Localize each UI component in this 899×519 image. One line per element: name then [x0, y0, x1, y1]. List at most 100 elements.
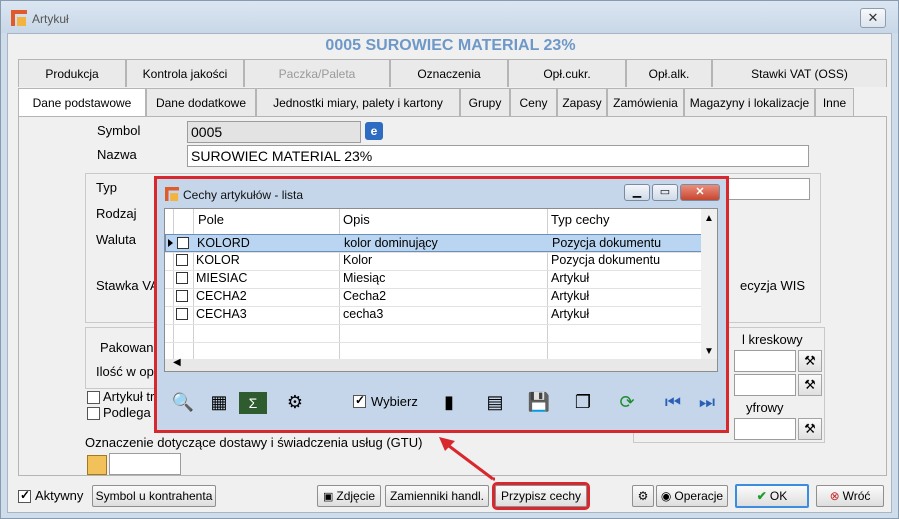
kod-kreskowy-field[interactable] — [734, 350, 796, 372]
row-checkbox[interactable] — [176, 290, 188, 302]
cechy-dialog: Cechy artykułów - lista ▁ ▭ ✕ Pole Opis … — [154, 176, 729, 433]
tab-zam-wienia[interactable]: Zamówienia — [607, 88, 684, 116]
stawka-vat-label: Stawka VA — [96, 278, 159, 293]
chart-icon[interactable]: ▮ — [435, 388, 463, 416]
zamienniki-label: Zamienniki handl. — [389, 489, 485, 503]
wybierz-label: Wybierz — [371, 394, 418, 409]
magic-wand-icon[interactable]: ⚒ — [798, 418, 822, 440]
cell-typ: Artykuł — [551, 289, 590, 303]
tab-zapasy[interactable]: Zapasy — [557, 88, 607, 116]
podlega-checkbox[interactable] — [87, 407, 100, 420]
kod-kreskowy-field-2[interactable] — [734, 374, 796, 396]
horizontal-scrollbar[interactable]: ◀ — [165, 357, 717, 371]
pakowane-label: Pakowane — [100, 340, 161, 355]
cell-pole: CECHA2 — [196, 289, 247, 303]
table-row[interactable]: MIESIAC Miesiąc Artykuł — [165, 270, 703, 288]
table-row[interactable]: KOLORD kolor dominujący Pozycja dokumentu — [165, 234, 703, 252]
binoculars-icon[interactable]: 🔍 — [169, 388, 197, 416]
table-row[interactable]: KOLOR Kolor Pozycja dokumentu — [165, 252, 703, 270]
magic-wand-icon[interactable]: ⚒ — [798, 374, 822, 396]
gtu-list-icon[interactable] — [87, 455, 107, 475]
tab-dane-dodatkowe[interactable]: Dane dodatkowe — [146, 88, 256, 116]
kod-cyfrowy-label: yfrowy — [746, 400, 784, 415]
window-title: Artykuł — [32, 12, 69, 26]
save-icon[interactable]: 💾 — [525, 388, 553, 416]
next-icon[interactable]: ⏭ — [693, 388, 721, 416]
callout-arrow-icon — [439, 437, 495, 481]
cechy-grid: Pole Opis Typ cechy KOLORD kolor dominują… — [164, 208, 718, 372]
table-row[interactable]: CECHA3 cecha3 Artykuł — [165, 306, 703, 324]
aktywny-label: Aktywny — [35, 488, 84, 503]
tab-jednostki-miary-palety-i-kartony[interactable]: Jednostki miary, palety i kartony — [256, 88, 460, 116]
tab-kontrola-jako-ci[interactable]: Kontrola jakości — [126, 59, 244, 87]
row-checkbox[interactable] — [176, 308, 188, 320]
gtu-field[interactable] — [109, 453, 181, 475]
kod-cyfrowy-field[interactable] — [734, 418, 796, 440]
tab-stawki-vat-oss-[interactable]: Stawki VAT (OSS) — [712, 59, 887, 87]
symbol-lookup-icon[interactable]: e — [365, 122, 383, 140]
gears-icon[interactable]: ⚙ — [281, 388, 309, 416]
check-icon: ✔ — [756, 489, 767, 503]
nazwa-label: Nazwa — [97, 147, 137, 162]
dialog-app-icon — [165, 187, 179, 201]
tab-row-upper: Produkcja Kontrola jakości Paczka/Paleta Oz… — [18, 59, 887, 87]
typ-label: Typ — [96, 180, 117, 195]
vertical-scrollbar[interactable]: ▲ ▼ — [701, 209, 717, 361]
restore-icon[interactable]: ▭ — [652, 184, 678, 201]
row-checkbox[interactable] — [176, 254, 188, 266]
cell-opis: Kolor — [343, 253, 373, 267]
operacje-button[interactable]: ◉ Operacje — [656, 485, 728, 507]
scroll-left-icon[interactable]: ◀ — [173, 357, 181, 368]
symbol-field[interactable]: 0005 — [187, 121, 361, 143]
prev-icon[interactable]: ⏮ — [659, 388, 687, 416]
nazwa-field[interactable]: SUROWIEC MATERIAL 23% — [187, 145, 809, 167]
zdjecie-label: Zdjęcie — [336, 489, 376, 503]
aktywny-checkbox[interactable] — [18, 488, 31, 503]
operations-icon: ◉ — [660, 489, 672, 503]
windows-icon[interactable]: ❐ — [569, 388, 597, 416]
tab-oznaczenia[interactable]: Oznaczenia — [390, 59, 508, 87]
scroll-down-icon[interactable]: ▼ — [704, 346, 714, 357]
cell-opis: cecha3 — [343, 307, 384, 321]
tab-ceny[interactable]: Ceny — [510, 88, 557, 116]
tab-inne[interactable]: Inne — [815, 88, 854, 116]
ewidencja-wis-label: ecyzja WIS — [740, 278, 806, 293]
tab-dane-podstawowe[interactable]: Dane podstawowe — [18, 88, 146, 116]
cell-opis: Miesiąc — [343, 271, 386, 285]
row-checkbox[interactable] — [176, 272, 188, 284]
tab-produkcja[interactable]: Produkcja — [18, 59, 126, 87]
tab-magazyny-i-lokalizacje[interactable]: Magazyny i lokalizacje — [684, 88, 815, 116]
article-header: 0005 SUROWIEC MATERIAL 23% — [325, 37, 576, 54]
column-header-pole[interactable]: Pole — [195, 209, 224, 231]
typ-extra-field[interactable] — [726, 178, 810, 200]
sum-icon[interactable]: Σ — [239, 392, 267, 414]
tab-op-alk-[interactable]: Opł.alk. — [626, 59, 712, 87]
calculator-icon[interactable]: ▦ — [205, 388, 233, 416]
tab-grupy[interactable]: Grupy — [460, 88, 510, 116]
gtu-label: Oznaczenie dotyczące dostawy i świadczen… — [85, 435, 423, 450]
symbol-label: Symbol — [97, 123, 141, 138]
magic-wand-icon[interactable]: ⚒ — [798, 350, 822, 372]
artykul-window: Artykuł ✕ 0005 SUROWIEC MATERIAL 23% Pro… — [0, 0, 899, 519]
refresh-icon[interactable]: ⟳ — [613, 388, 641, 416]
ok-button[interactable]: ✔ OK — [735, 484, 809, 508]
cell-opis: kolor dominujący — [344, 236, 438, 250]
close-button[interactable]: ✕ — [860, 8, 886, 28]
symbol-kontrahenta-button[interactable]: Symbol u kontrahenta — [92, 485, 216, 507]
cell-pole: MIESIAC — [196, 271, 248, 285]
column-header-opis[interactable]: Opis — [340, 209, 370, 231]
scroll-up-icon[interactable]: ▲ — [704, 213, 714, 224]
wybierz-checkbox[interactable] — [353, 393, 366, 408]
row-checkbox[interactable] — [177, 237, 189, 249]
wroc-button[interactable]: ⊗ Wróć — [816, 485, 884, 507]
hierarchy-icon[interactable]: ⚙ — [632, 485, 654, 507]
minimize-icon[interactable]: ▁ — [624, 184, 650, 201]
close-icon[interactable]: ✕ — [680, 184, 720, 201]
podlega-label: Podlega z — [103, 405, 161, 420]
column-header-typ[interactable]: Typ cechy — [548, 209, 610, 231]
zdjecie-button[interactable]: ▣ Zdjęcie — [317, 485, 381, 507]
document-icon[interactable]: ▤ — [481, 388, 509, 416]
tab-op-cukr-[interactable]: Opł.cukr. — [508, 59, 626, 87]
artykul-checkbox[interactable] — [87, 391, 100, 404]
table-row[interactable]: CECHA2 Cecha2 Artykuł — [165, 288, 703, 306]
